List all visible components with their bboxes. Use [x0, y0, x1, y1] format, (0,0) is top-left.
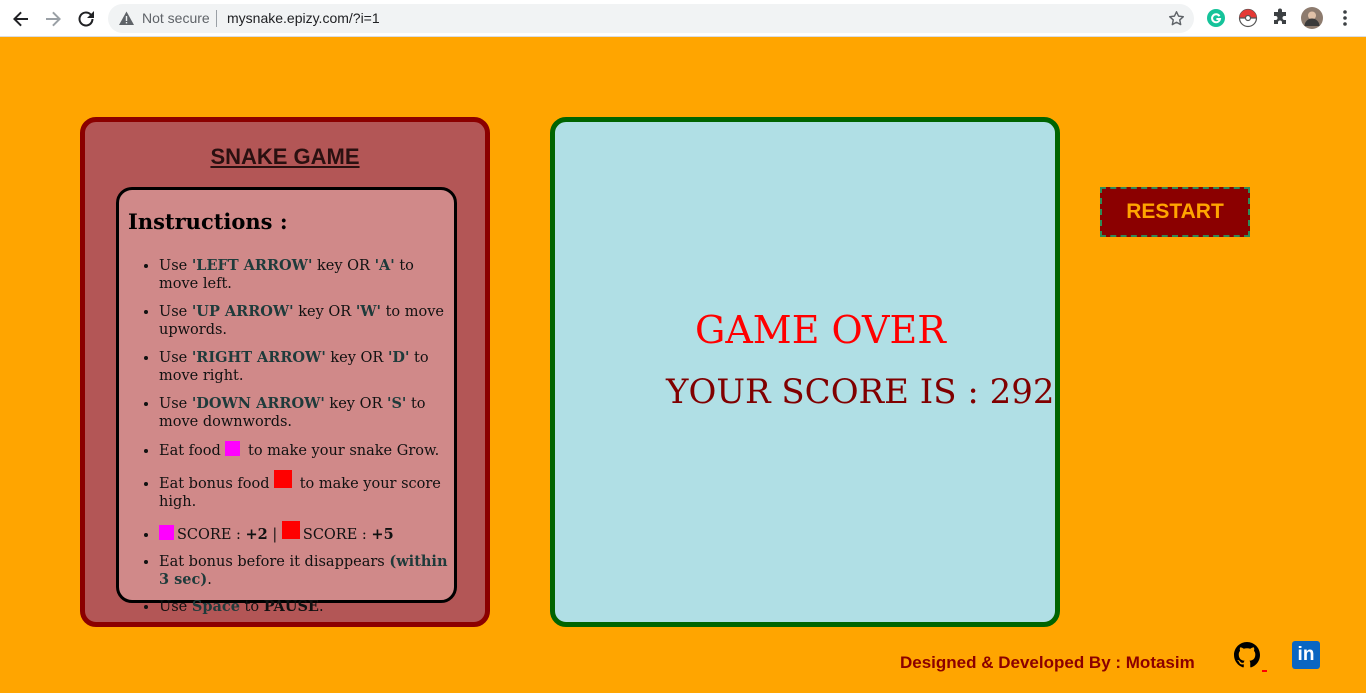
back-arrow-icon	[13, 11, 28, 27]
list-item: Use 'UP ARROW' key OR 'W' to move upword…	[159, 303, 455, 339]
instructions-panel: SNAKE GAME Instructions : Use 'LEFT ARRO…	[80, 117, 490, 627]
link-underline	[1262, 670, 1267, 672]
list-item: Use Space to PAUSE.	[159, 598, 455, 616]
forward-arrow-icon	[46, 11, 61, 27]
grammarly-icon[interactable]	[1206, 8, 1226, 28]
game-board[interactable]: GAME OVER YOUR SCORE IS : 292	[550, 117, 1060, 627]
instructions-list: Use 'LEFT ARROW' key OR 'A' to move left…	[159, 257, 455, 625]
food-swatch	[159, 525, 174, 540]
back-button[interactable]	[8, 6, 34, 32]
bonus-food-swatch	[274, 470, 293, 488]
security-label: Not secure	[142, 10, 210, 26]
reload-button[interactable]	[73, 6, 99, 32]
list-item: Eat bonus food to make your score high.	[159, 470, 455, 511]
profile-avatar[interactable]	[1301, 7, 1323, 29]
reload-icon	[78, 11, 94, 27]
score-value: 292	[989, 372, 1055, 412]
score-label: YOUR SCORE IS :	[666, 372, 990, 412]
puzzle-icon[interactable]	[1270, 8, 1290, 28]
linkedin-icon[interactable]: in	[1292, 641, 1320, 669]
restart-button[interactable]: RESTART	[1100, 187, 1250, 237]
menu-dots-icon[interactable]	[1335, 8, 1355, 28]
forward-button[interactable]	[40, 6, 66, 32]
food-swatch	[225, 441, 241, 456]
list-item: Eat food to make your snake Grow.	[159, 441, 455, 460]
list-item: Use 'DOWN ARROW' key OR 'S' to move down…	[159, 395, 455, 431]
list-item: Eat bonus before it disappears (within 3…	[159, 553, 455, 589]
browser-toolbar: Not secure mysnake.epizy.com/?i=1	[0, 0, 1366, 37]
panel-title: SNAKE GAME	[210, 144, 360, 169]
game-over-text: GAME OVER	[695, 308, 946, 352]
designer-credit: Designed & Developed By : Motasim	[900, 653, 1195, 672]
address-bar[interactable]: Not secure mysnake.epizy.com/?i=1	[108, 4, 1194, 33]
instructions-box: Instructions : Use 'LEFT ARROW' key OR '…	[116, 187, 457, 615]
warning-icon	[119, 11, 134, 25]
list-item: Use 'LEFT ARROW' key OR 'A' to move left…	[159, 257, 455, 293]
github-icon[interactable]	[1234, 642, 1260, 668]
list-item: Use 'RIGHT ARROW' key OR 'D' to move rig…	[159, 349, 455, 385]
pokeball-icon[interactable]	[1238, 8, 1258, 28]
list-item: SCORE : +2 | SCORE : +5	[159, 521, 455, 544]
url-text[interactable]: mysnake.epizy.com/?i=1	[227, 10, 380, 26]
final-score: YOUR SCORE IS : 292	[666, 372, 1055, 412]
address-divider	[216, 10, 217, 27]
instructions-heading: Instructions :	[128, 209, 288, 234]
bonus-food-swatch	[281, 521, 300, 539]
bookmark-star-icon[interactable]	[1167, 9, 1186, 28]
